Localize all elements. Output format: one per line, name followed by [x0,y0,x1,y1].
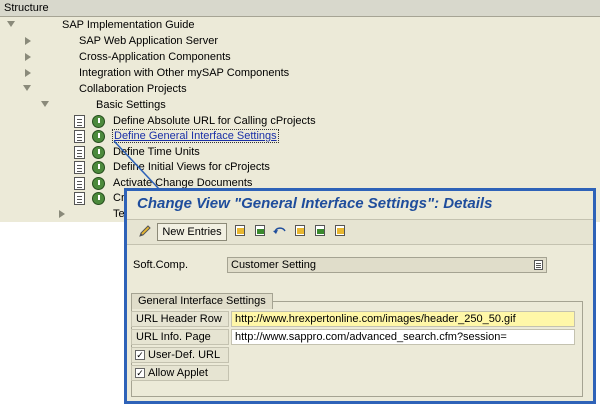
url-header-row-label: URL Header Row [131,311,229,327]
soft-comp-value: Customer Setting [231,259,316,271]
display-change-icon[interactable] [137,223,153,239]
dialog-title: Change View "General Interface Settings"… [137,195,493,212]
group-title: General Interface Settings [131,293,273,309]
change-view-dialog: Change View "General Interface Settings"… [124,188,596,404]
url-info-page-label: URL Info. Page [131,329,229,345]
deselect-all-icon[interactable] [332,223,348,239]
soft-comp-label: Soft.Comp. [133,259,189,271]
allow-applet-checkbox-row[interactable]: ✓ Allow Applet [131,365,229,381]
allow-applet-label: Allow Applet [148,367,208,379]
copy-icon[interactable] [232,223,248,239]
dialog-toolbar: New Entries [127,219,593,245]
user-def-url-checkbox-row[interactable]: ✓ User-Def. URL [131,347,229,363]
user-def-url-checkbox[interactable]: ✓ [135,350,145,360]
url-header-row-input[interactable]: http://www.hrexpertonline.com/images/hea… [231,311,575,327]
user-def-url-label: User-Def. URL [148,349,221,361]
new-entries-button[interactable]: New Entries [157,223,227,241]
select-all-icon[interactable] [292,223,308,239]
url-info-page-input[interactable]: http://www.sappro.com/advanced_search.cf… [231,329,575,345]
save-icon[interactable] [252,223,268,239]
list-icon[interactable] [534,260,543,270]
soft-comp-dropdown[interactable]: Customer Setting [227,257,547,273]
undo-change-icon[interactable] [272,223,288,239]
allow-applet-checkbox[interactable]: ✓ [135,368,145,378]
select-block-icon[interactable] [312,223,328,239]
